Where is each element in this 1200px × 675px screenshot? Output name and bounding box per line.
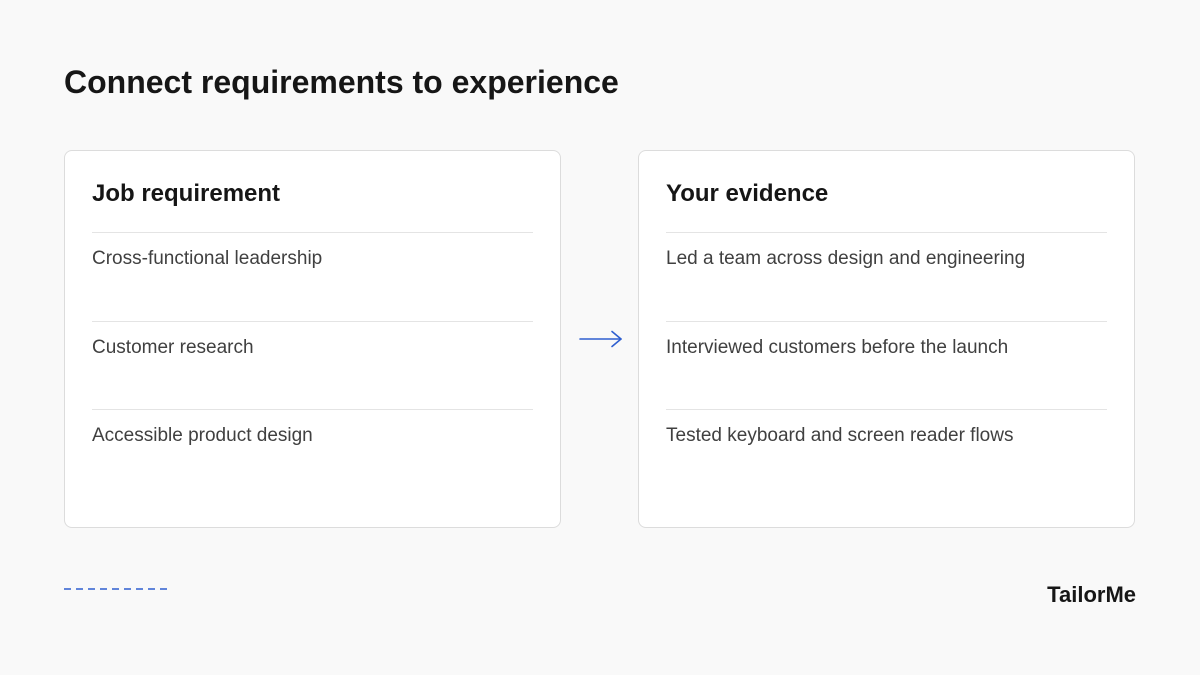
page-title: Connect requirements to experience — [64, 64, 619, 100]
arrow-right-icon — [579, 330, 622, 348]
dashed-line-icon — [64, 588, 168, 590]
job-requirement-card: Job requirement Cross-functional leaders… — [64, 150, 561, 528]
requirement-item: Accessible product design — [92, 409, 533, 497]
job-requirement-heading: Job requirement — [92, 180, 281, 207]
your-evidence-heading: Your evidence — [666, 180, 829, 207]
evidence-item: Interviewed customers before the launch — [666, 321, 1107, 409]
requirement-item: Cross-functional leadership — [92, 248, 323, 269]
evidence-item: Led a team across design and engineering — [666, 248, 1026, 269]
brand-logo: TailorMe — [1047, 582, 1136, 607]
evidence-item: Tested keyboard and screen reader flows — [666, 409, 1107, 497]
requirement-item: Customer research — [92, 321, 533, 409]
your-evidence-card: Your evidence Led a team across design a… — [638, 150, 1135, 528]
